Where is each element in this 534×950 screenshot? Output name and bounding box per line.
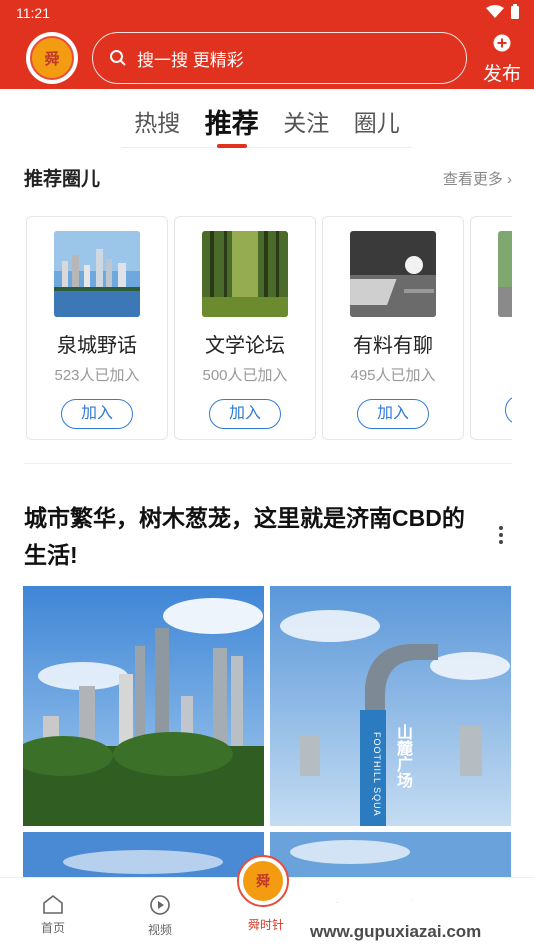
home-icon <box>43 894 63 914</box>
circle-thumbnail <box>202 231 288 317</box>
wifi-icon <box>486 5 504 18</box>
tab-follow[interactable]: 关注 <box>283 96 329 147</box>
circle-member-count: 38 <box>471 364 512 381</box>
more-options-icon[interactable] <box>498 526 504 544</box>
nav-label: 视频 <box>147 923 172 937</box>
publish-button[interactable]: 发布 <box>480 34 524 86</box>
circle-name: 青 <box>471 329 512 358</box>
tab-recommend[interactable]: 推荐 <box>204 96 259 148</box>
publish-label: 发布 <box>482 64 521 85</box>
status-bar: 11:21 <box>0 0 534 26</box>
app-logo-mark: 舜 <box>30 36 74 80</box>
search-placeholder: 搜一搜 更精彩 <box>137 50 244 70</box>
circle-name: 泉城野话 <box>57 335 137 357</box>
circle-card[interactable]: 青 38 加入 <box>470 216 512 440</box>
tab-label: 热搜 <box>134 110 181 136</box>
sign-text: 山麓广场 <box>394 724 411 788</box>
app-logo[interactable]: 舜 <box>26 32 78 84</box>
circle-thumbnail <box>350 231 436 317</box>
sign-text-en: FOOTHILL SQUA <box>372 732 382 817</box>
join-button[interactable]: 加入 <box>357 399 429 429</box>
section-title: 推荐圈儿 <box>24 169 101 190</box>
circle-name: 有料有聊 <box>353 335 433 357</box>
post-title[interactable]: 城市繁华，树木葱茏，这里就是济南CBD的生活! <box>24 500 474 574</box>
app-header: 11:21 舜 搜一搜 更精彩 发布 <box>0 0 534 89</box>
brand-logo-icon[interactable]: 舜 <box>237 855 289 907</box>
post-image[interactable]: 山麓广场 FOOTHILL SQUA <box>270 586 511 826</box>
tab-label: 圈儿 <box>353 110 400 136</box>
nav-home[interactable]: 首页 <box>23 894 83 936</box>
tab-label: 推荐 <box>204 109 259 139</box>
nav-label: 舜时针 <box>247 918 284 932</box>
video-icon <box>150 895 170 915</box>
plus-circle-icon <box>493 34 511 52</box>
circle-member-count: 495人已加入 <box>350 367 436 384</box>
join-button[interactable]: 加入 <box>505 395 512 425</box>
circle-card[interactable]: 泉城野话 523人已加入 加入 <box>26 216 168 440</box>
watermark-text: 谷普软件园 <box>301 878 507 924</box>
nav-shunshizhen[interactable]: 舜时针 <box>236 914 296 933</box>
watermark: 谷普软件园 www.gupuxiazai.com <box>292 866 532 948</box>
join-button[interactable]: 加入 <box>61 399 133 429</box>
feed-tabs: 热搜 推荐 关注 圈儿 <box>122 96 412 148</box>
search-input[interactable]: 搜一搜 更精彩 <box>92 32 467 84</box>
tab-circles[interactable]: 圈儿 <box>354 96 400 147</box>
divider <box>24 463 512 464</box>
tab-active-indicator <box>216 144 247 148</box>
post-image[interactable] <box>23 586 264 826</box>
nav-label: 首页 <box>40 921 65 935</box>
nav-video[interactable]: 视频 <box>130 894 190 938</box>
status-icons <box>486 4 520 20</box>
chevron-right-icon: › <box>507 171 512 188</box>
circle-name: 文学论坛 <box>205 335 285 357</box>
circle-thumbnail <box>54 231 140 317</box>
circle-cards: 泉城野话 523人已加入 加入 文学论坛 500人已加入 加入 有料有聊 495… <box>26 216 512 442</box>
tab-hot[interactable]: 热搜 <box>134 96 180 147</box>
watermark-url: www.gupuxiazai.com <box>306 922 486 942</box>
brand-logo-mark: 舜 <box>243 861 283 901</box>
circle-member-count: 523人已加入 <box>54 367 140 384</box>
post-image[interactable] <box>23 832 264 878</box>
join-button[interactable]: 加入 <box>209 399 281 429</box>
tab-label: 关注 <box>283 110 330 136</box>
view-more-label: 查看更多 <box>442 171 503 188</box>
battery-icon <box>511 4 519 19</box>
status-time: 11:21 <box>16 5 50 21</box>
view-more-link[interactable]: 查看更多 › <box>443 168 512 189</box>
circle-thumbnail <box>498 231 512 317</box>
circle-card[interactable]: 有料有聊 495人已加入 加入 <box>322 216 464 440</box>
circle-card[interactable]: 文学论坛 500人已加入 加入 <box>174 216 316 440</box>
circle-member-count: 500人已加入 <box>202 367 288 384</box>
search-icon <box>110 50 126 66</box>
